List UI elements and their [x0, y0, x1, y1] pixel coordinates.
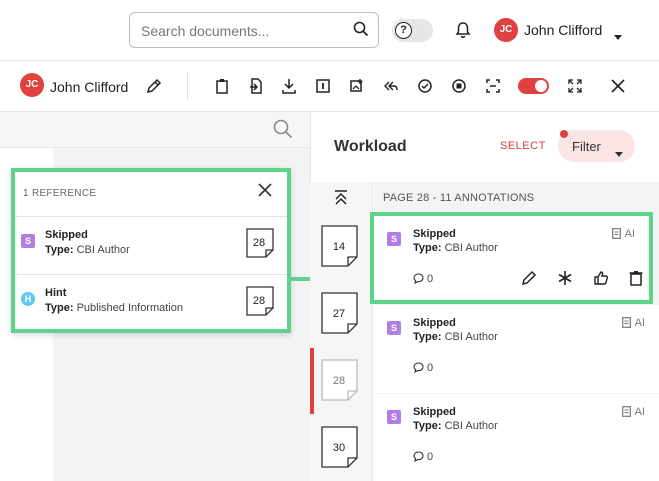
- asterisk-icon[interactable]: [557, 270, 573, 291]
- page-thumbnails: 14 27 28 30: [310, 182, 373, 481]
- annotation-toggle[interactable]: [518, 78, 549, 94]
- reference-popup: 1 REFERENCE S Skipped Type: CBI Author 2…: [11, 168, 291, 333]
- clipboard-icon[interactable]: [214, 77, 230, 100]
- reference-item[interactable]: H Hint Type: Published Information 28: [15, 274, 287, 331]
- close-icon[interactable]: [257, 182, 273, 203]
- page-thumbnail-current[interactable]: 28: [321, 359, 358, 406]
- chevron-down-icon: [615, 144, 623, 162]
- current-page-marker: [310, 348, 314, 414]
- page-thumbnail[interactable]: 14: [321, 225, 358, 272]
- search-input[interactable]: [141, 21, 341, 41]
- comment-count[interactable]: 0: [413, 451, 433, 463]
- annotation-list: S Skipped Type: CBI Author AI 0 S Skippe…: [370, 212, 659, 481]
- annotation-title: Skipped: [413, 317, 456, 329]
- viewer-header: [0, 112, 310, 148]
- reference-title: Hint: [45, 287, 67, 299]
- edit-assignee-icon[interactable]: [146, 78, 162, 99]
- comment-icon: [413, 451, 424, 463]
- comment-count[interactable]: 0: [413, 273, 433, 285]
- comment-icon: [413, 362, 424, 374]
- annotation-type: Type: CBI Author: [413, 331, 498, 343]
- svg-text:27: 27: [333, 308, 345, 320]
- reply-all-icon[interactable]: [383, 77, 399, 100]
- thumbs-up-icon[interactable]: [593, 270, 609, 291]
- filter-active-dot: [560, 130, 568, 138]
- svg-text:30: 30: [333, 442, 345, 454]
- delete-icon[interactable]: [629, 270, 643, 291]
- page-thumbnail[interactable]: 30: [321, 426, 358, 473]
- document-icon: [621, 317, 631, 328]
- check-circle-icon[interactable]: [417, 77, 433, 100]
- svg-text:28: 28: [333, 375, 345, 387]
- comment-icon: [413, 273, 424, 285]
- page-badge[interactable]: 28: [246, 228, 274, 263]
- close-icon[interactable]: [609, 77, 627, 100]
- source-label: AI: [621, 406, 645, 418]
- svg-text:28: 28: [253, 237, 265, 249]
- scan-icon[interactable]: [485, 77, 501, 100]
- document-icon: [611, 228, 621, 239]
- edit-icon[interactable]: [521, 270, 537, 291]
- toolbar-divider: [187, 72, 188, 100]
- annotation-card[interactable]: S Skipped Type: CBI Author AI 0: [374, 305, 659, 393]
- comment-count[interactable]: 0: [413, 362, 433, 374]
- skipped-badge: S: [387, 410, 401, 424]
- collapse-up-icon[interactable]: [333, 189, 349, 210]
- download-icon[interactable]: [281, 77, 297, 100]
- page-badge[interactable]: 28: [246, 286, 274, 321]
- import-icon[interactable]: [248, 77, 264, 100]
- help-icon: ?: [395, 22, 412, 39]
- annotation-type: Type: CBI Author: [413, 420, 498, 432]
- page-thumbnail[interactable]: 27: [321, 292, 358, 339]
- select-button[interactable]: SELECT: [500, 140, 546, 152]
- search-icon[interactable]: [353, 21, 369, 42]
- reference-title: Skipped: [45, 229, 88, 241]
- reference-item[interactable]: S Skipped Type: CBI Author 28: [15, 216, 287, 273]
- avatar[interactable]: JC: [494, 18, 518, 42]
- search-icon[interactable]: [273, 119, 293, 144]
- document-icon: [621, 406, 631, 417]
- svg-text:14: 14: [333, 241, 345, 253]
- reference-type: Type: Published Information: [45, 302, 183, 314]
- reference-type: Type: CBI Author: [45, 244, 130, 256]
- assignee-name: John Clifford: [50, 79, 129, 95]
- workload-title: Workload: [334, 138, 407, 155]
- info-box-icon[interactable]: [315, 77, 331, 100]
- source-label: AI: [611, 228, 635, 240]
- bell-icon[interactable]: [455, 21, 471, 44]
- annotation-title: Skipped: [413, 228, 456, 240]
- stop-circle-icon[interactable]: [451, 77, 467, 100]
- annotation-card-selected[interactable]: S Skipped Type: CBI Author AI 0: [370, 212, 653, 304]
- skipped-badge: S: [387, 232, 401, 246]
- reference-count: 1 REFERENCE: [23, 188, 97, 199]
- hint-badge: H: [21, 292, 35, 306]
- user-name[interactable]: John Clifford: [524, 22, 602, 38]
- annotation-card[interactable]: S Skipped Type: CBI Author AI 0: [374, 394, 659, 481]
- chevron-down-icon[interactable]: [614, 27, 622, 45]
- assignee-avatar: JC: [20, 73, 44, 97]
- skipped-badge: S: [387, 321, 401, 335]
- image-add-icon[interactable]: [349, 77, 365, 100]
- annotation-type: Type: CBI Author: [413, 242, 498, 254]
- help-toggle[interactable]: ?: [392, 19, 433, 42]
- search-box[interactable]: [129, 12, 379, 48]
- annotation-title: Skipped: [413, 406, 456, 418]
- source-label: AI: [621, 317, 645, 329]
- svg-text:28: 28: [253, 295, 265, 307]
- skipped-badge: S: [21, 234, 35, 248]
- page-annotations-header: PAGE 28 - 11 ANNOTATIONS: [374, 182, 659, 214]
- fullscreen-icon[interactable]: [567, 77, 583, 100]
- filter-label: Filter: [572, 139, 601, 154]
- filter-button[interactable]: Filter: [558, 130, 635, 162]
